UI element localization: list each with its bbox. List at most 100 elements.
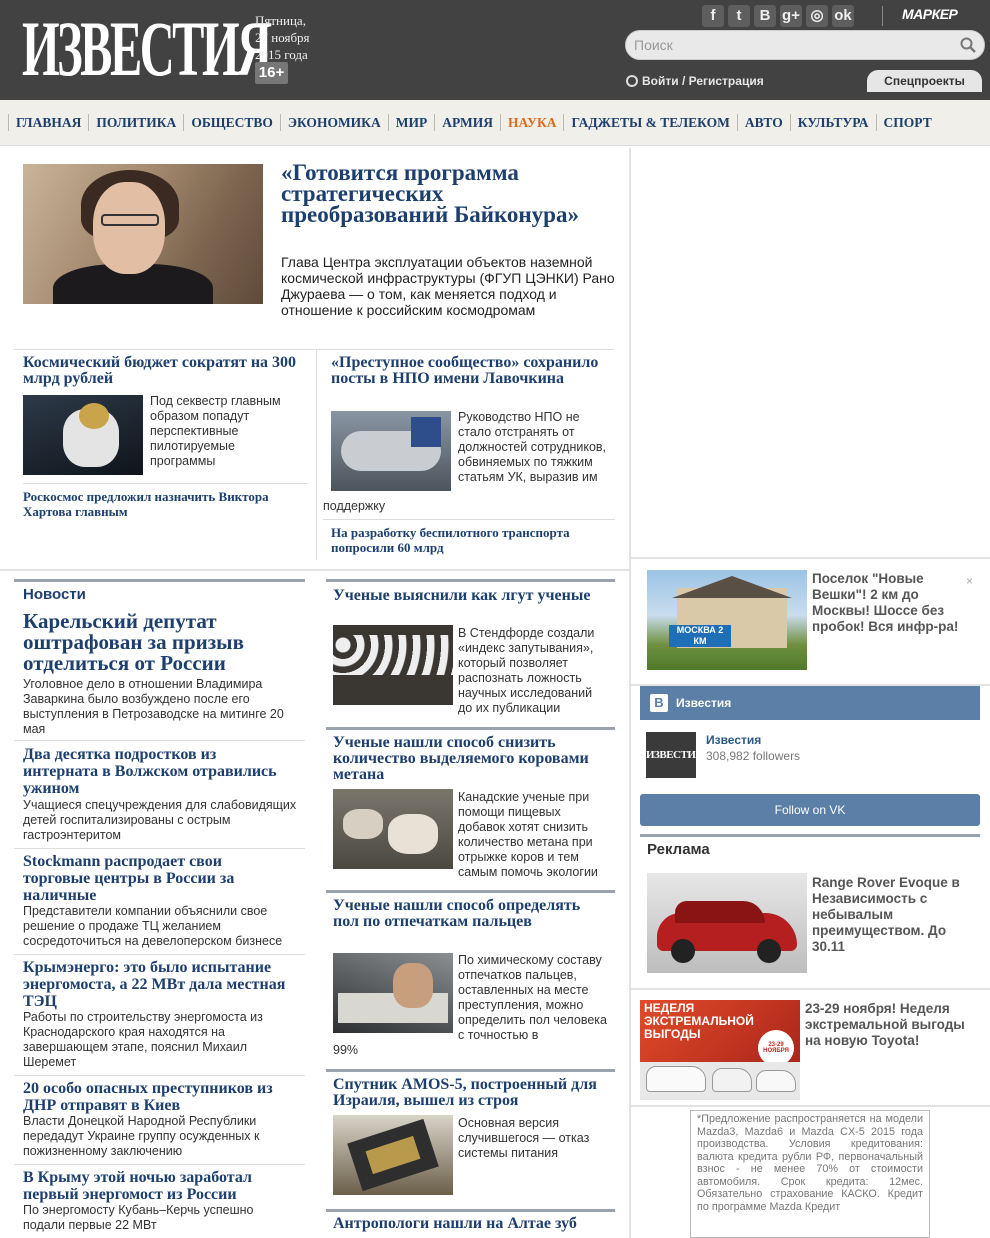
date-year: 2015 года: [255, 47, 308, 62]
instagram-icon[interactable]: ◎: [806, 5, 828, 27]
follow-on-vk-button[interactable]: Follow on VK: [640, 794, 980, 826]
news-summary: По энергомосту Кубань–Керчь успешно пода…: [23, 1203, 254, 1232]
news-headline[interactable]: 20 особо опасных преступников из ДНР отп…: [23, 1080, 298, 1114]
divider: [882, 6, 883, 26]
nav-item-auto[interactable]: АВТО: [736, 114, 790, 131]
nav-item-army[interactable]: АРМИЯ: [434, 114, 500, 131]
story-headline[interactable]: «Преступное сообщество» сохранило посты …: [331, 355, 611, 387]
ad-photo[interactable]: [647, 873, 807, 973]
story-photo[interactable]: [23, 395, 143, 475]
column-divider: [629, 148, 631, 1238]
story-summary-tail: поддержку: [323, 499, 386, 513]
divider: [14, 954, 305, 955]
nav-item-science[interactable]: НАУКА: [499, 114, 564, 131]
section-rule: [14, 579, 305, 582]
feature-lead: Глава Центра эксплуатации объектов назем…: [281, 254, 615, 318]
close-icon[interactable]: ×: [966, 574, 973, 588]
story-headline[interactable]: Ученые выяснили как лгут ученые: [333, 588, 603, 604]
ad-badge: 23-29 НОЯБРЯ: [758, 1030, 794, 1066]
search-input[interactable]: [626, 31, 926, 59]
facebook-icon[interactable]: f: [702, 5, 724, 27]
ad-text[interactable]: 23-29 ноября! Неделя экстремальной выгод…: [805, 1001, 980, 1049]
ads-heading: Реклама: [647, 841, 710, 858]
vk-widget-header: B Известия: [640, 686, 980, 720]
nav-item-economy[interactable]: ЭКОНОМИКА: [279, 114, 388, 131]
vk-group-name[interactable]: Известия: [706, 733, 761, 747]
section-divider: [631, 557, 990, 559]
age-rating-badge: 16+: [255, 62, 288, 84]
nav-item-politics[interactable]: ПОЛИТИКА: [88, 114, 183, 131]
nav-item-world[interactable]: МИР: [387, 114, 435, 131]
nav-item-society[interactable]: ОБЩЕСТВО: [183, 114, 280, 131]
section-rule: [326, 1209, 615, 1212]
ad-sign: МОСКВА 2 КМ: [669, 625, 731, 647]
news-lead-summary: Уголовное дело в отношении Владимира Зав…: [23, 677, 284, 736]
news-summary: Представители компании объяснили свое ре…: [23, 904, 283, 948]
story-summary: Под секвестр главным образом попадут пер…: [150, 394, 281, 468]
login-icon: [626, 75, 638, 87]
divider: [14, 740, 305, 741]
section-divider: [14, 349, 614, 350]
nav-item-sport[interactable]: СПОРТ: [875, 114, 939, 131]
nav-item-culture[interactable]: КУЛЬТУРА: [789, 114, 876, 131]
main-nav: ГЛАВНАЯ ПОЛИТИКА ОБЩЕСТВО ЭКОНОМИКА МИР …: [0, 100, 990, 146]
news-summary: Власти Донецкой Народной Республики пере…: [23, 1114, 260, 1158]
ad-text[interactable]: Поселок "Новые Вешки"! 2 км до Москвы! Ш…: [812, 571, 972, 635]
feature-headline[interactable]: «Готовится программа стратегических прео…: [281, 161, 601, 226]
login-link[interactable]: Войти / Регистрация: [626, 74, 764, 88]
divider: [14, 1075, 305, 1076]
story-photo[interactable]: [333, 625, 453, 705]
section-rule: [326, 1069, 615, 1072]
ad-photo[interactable]: НЕДЕЛЯ ЭКСТРЕМАЛЬНОЙ ВЫГОДЫ 23-29 НОЯБРЯ: [640, 1000, 800, 1100]
vk-icon[interactable]: B: [754, 5, 776, 27]
feature-photo[interactable]: [23, 164, 263, 304]
column-divider: [316, 350, 317, 560]
ad-banner-text: НЕДЕЛЯ ЭКСТРЕМАЛЬНОЙ ВЫГОДЫ: [644, 1001, 754, 1041]
related-link[interactable]: Роскосмос предложил назначить Виктора Ха…: [23, 489, 308, 519]
site-logo[interactable]: ИЗВЕСТИЯ: [22, 6, 272, 92]
divider: [14, 848, 305, 849]
vk-avatar[interactable]: ИЗВЕСТИЯ: [646, 732, 703, 778]
odnoklassniki-icon[interactable]: ok: [832, 5, 854, 27]
login-label: Войти / Регистрация: [642, 74, 764, 88]
search-box: [625, 30, 985, 60]
social-links: f t B g+ ◎ ok: [702, 5, 854, 27]
news-summary: Работы по строительству энергомоста из К…: [23, 1010, 263, 1069]
news-heading[interactable]: Новости: [23, 586, 86, 603]
section-divider: [631, 988, 990, 990]
special-projects-button[interactable]: Спецпроекты: [867, 70, 982, 92]
nav-item-main[interactable]: ГЛАВНАЯ: [8, 114, 88, 131]
story-summary: По химическому составу отпечатков пальце…: [458, 953, 607, 1042]
vk-icon: B: [650, 694, 668, 712]
story-headline[interactable]: Антропологи нашли на Алтае зуб: [333, 1216, 613, 1232]
story-headline[interactable]: Спутник AMOS-5, построенный для Израиля,…: [333, 1077, 608, 1109]
story-photo[interactable]: [333, 789, 453, 869]
news-headline[interactable]: Stockmann распродает свои торговые центр…: [23, 853, 283, 904]
ad-photo[interactable]: МОСКВА 2 КМ: [647, 570, 807, 670]
story-photo[interactable]: [331, 411, 451, 491]
twitter-icon[interactable]: t: [728, 5, 750, 27]
section-rule: [326, 727, 615, 730]
story-headline[interactable]: Ученые нашли способ определять пол по от…: [333, 898, 603, 930]
google-plus-icon[interactable]: g+: [780, 5, 802, 27]
section-rule: [326, 579, 615, 582]
ad-text[interactable]: Range Rover Evoque в Незавиcимость с неб…: [812, 875, 977, 955]
vk-widget-title[interactable]: Известия: [676, 696, 731, 710]
news-summary: Учащиеся спецучреждения для слабовидящих…: [23, 798, 297, 842]
story-summary: Канадские ученые при помощи пищевых доба…: [458, 790, 598, 879]
story-photo[interactable]: [333, 1115, 453, 1195]
nav-item-gadgets[interactable]: ГАДЖЕТЫ & ТЕЛЕКОМ: [563, 114, 736, 131]
related-link[interactable]: На разработку беспилотного транспорта по…: [331, 525, 611, 555]
story-headline[interactable]: Космический бюджет сократят на 300 млрд …: [23, 355, 308, 387]
date-date: 27 ноября: [255, 30, 310, 45]
news-headline[interactable]: Крымэнерго: это было испытание энергомос…: [23, 959, 308, 1010]
story-summary: Руководство НПО не стало отстранять от д…: [458, 410, 607, 484]
story-headline[interactable]: Ученые нашли способ снизить количество в…: [333, 735, 603, 783]
news-lead-headline[interactable]: Карельский депутат оштрафован за призыв …: [23, 611, 308, 674]
vk-followers: 308,982 followers: [706, 749, 801, 763]
search-icon[interactable]: [960, 37, 976, 53]
story-photo[interactable]: [333, 953, 453, 1033]
news-headline[interactable]: В Крыму этой ночью заработал первый энер…: [23, 1169, 293, 1203]
news-headline[interactable]: Два десятка подростков из интерната в Во…: [23, 746, 283, 797]
marker-link[interactable]: МАРКЕР: [902, 6, 958, 22]
